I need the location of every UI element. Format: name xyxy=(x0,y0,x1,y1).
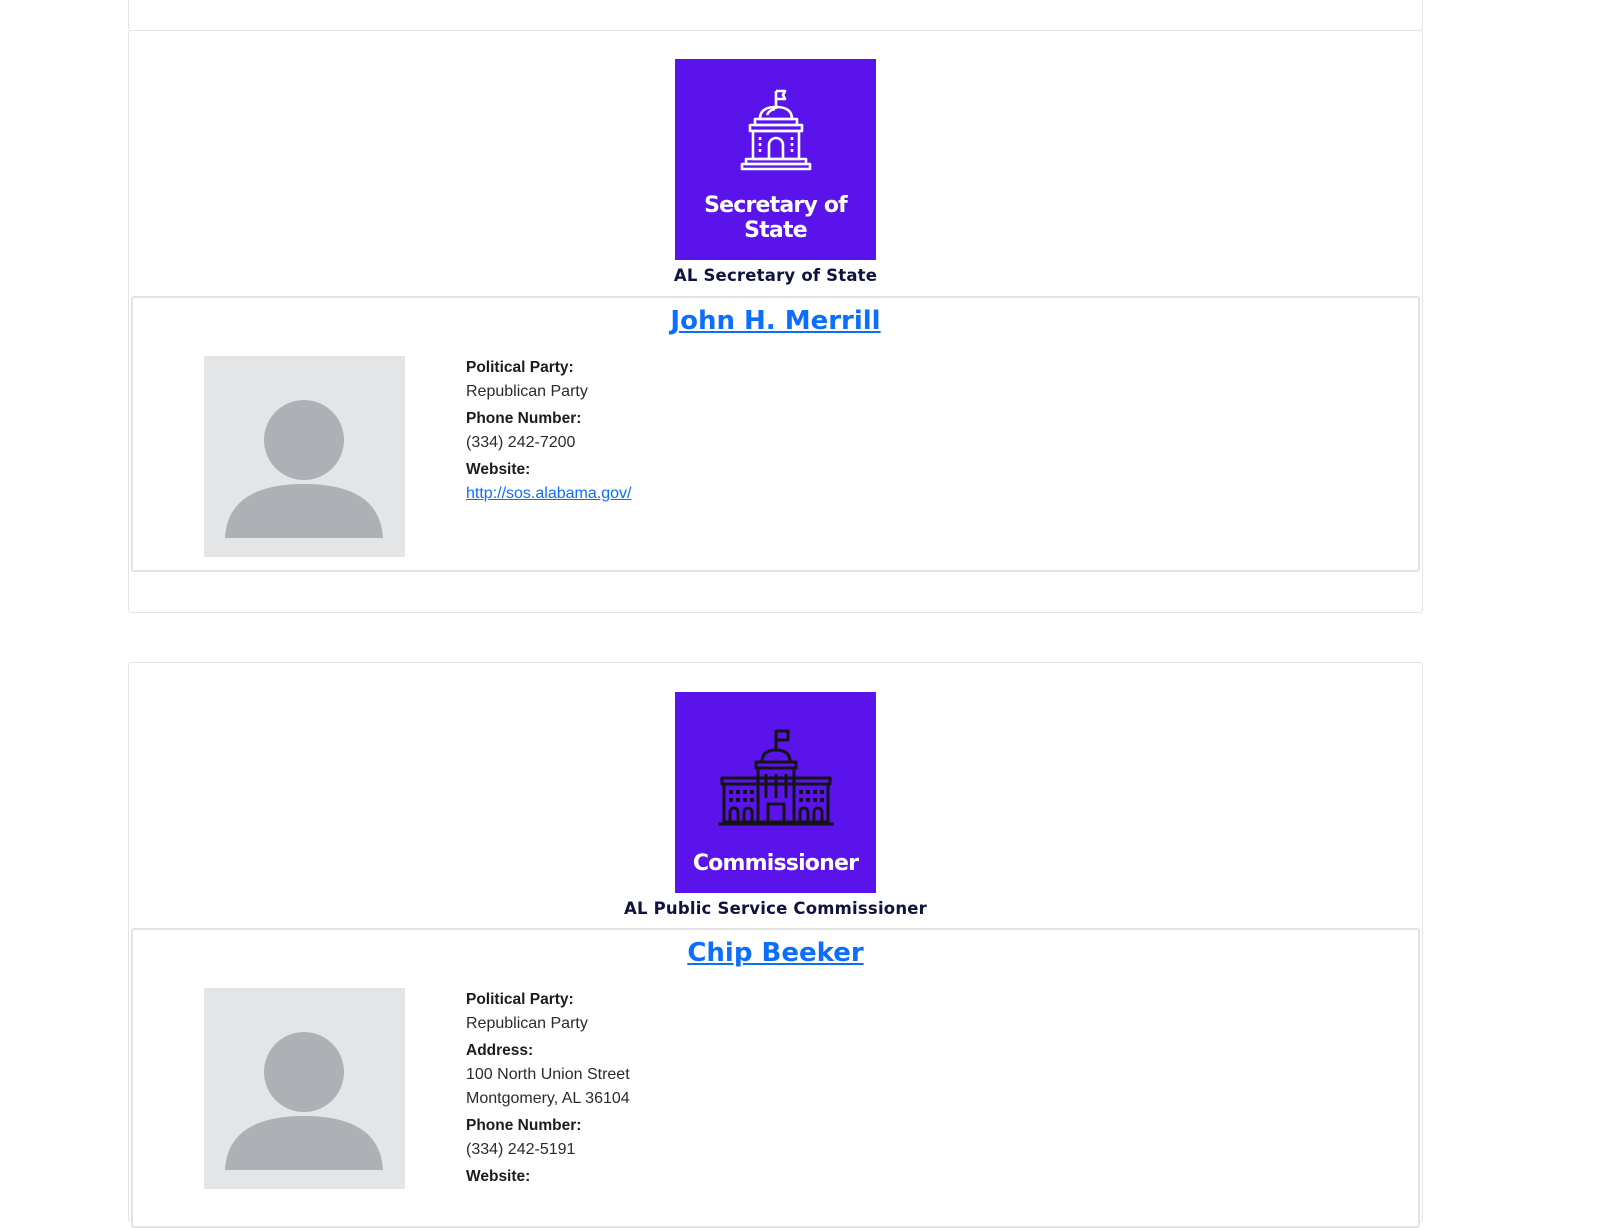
candidate-info: Political Party: Republican Party Addres… xyxy=(466,985,630,1189)
previous-office-section xyxy=(128,0,1423,31)
office-section-secretary-of-state: Secretary of State AL Secretary of State… xyxy=(128,30,1423,613)
website-label: Website: xyxy=(466,461,531,478)
candidate-card: Chip Beeker Political Party: Republican … xyxy=(131,928,1420,1228)
user-silhouette-icon xyxy=(225,1032,383,1170)
office-header: Secretary of State AL Secretary of State xyxy=(129,59,1422,285)
user-silhouette-icon xyxy=(225,400,383,538)
office-tile-title: Commissioner xyxy=(692,851,859,876)
candidate-name-link[interactable]: John H. Merrill xyxy=(133,306,1418,336)
office-name: AL Public Service Commissioner xyxy=(623,899,928,918)
capitol-dome-outline-icon xyxy=(740,89,811,171)
candidate-name-link[interactable]: Chip Beeker xyxy=(133,938,1418,968)
website-link[interactable]: http://sos.alabama.gov/ xyxy=(466,485,631,502)
phone-value: (334) 242-5191 xyxy=(466,1141,576,1158)
address-line-2: Montgomery, AL 36104 xyxy=(466,1090,630,1107)
candidate-card: John H. Merrill Political Party: Republi… xyxy=(131,296,1420,572)
party-value: Republican Party xyxy=(466,1015,588,1032)
phone-label: Phone Number: xyxy=(466,410,582,427)
office-section-public-service-commissioner: Commissioner AL Public Service Commissio… xyxy=(128,662,1423,1228)
office-tile: Secretary of State xyxy=(675,59,876,260)
address-label: Address: xyxy=(466,1042,534,1059)
phone-label: Phone Number: xyxy=(466,1117,582,1134)
avatar-placeholder xyxy=(204,988,405,1189)
avatar-placeholder xyxy=(204,356,405,557)
candidate-info: Political Party: Republican Party Phone … xyxy=(466,353,631,506)
office-name: AL Secretary of State xyxy=(673,266,878,285)
website-label: Website: xyxy=(466,1168,531,1185)
office-tile-title: Secretary of State xyxy=(704,193,848,243)
capitol-building-icon xyxy=(717,729,834,826)
office-tile: Commissioner xyxy=(675,692,876,893)
party-label: Political Party: xyxy=(466,359,574,376)
address-line-1: 100 North Union Street xyxy=(466,1066,630,1083)
office-header: Commissioner AL Public Service Commissio… xyxy=(129,692,1422,918)
party-label: Political Party: xyxy=(466,991,574,1008)
phone-value: (334) 242-7200 xyxy=(466,434,576,451)
party-value: Republican Party xyxy=(466,383,588,400)
